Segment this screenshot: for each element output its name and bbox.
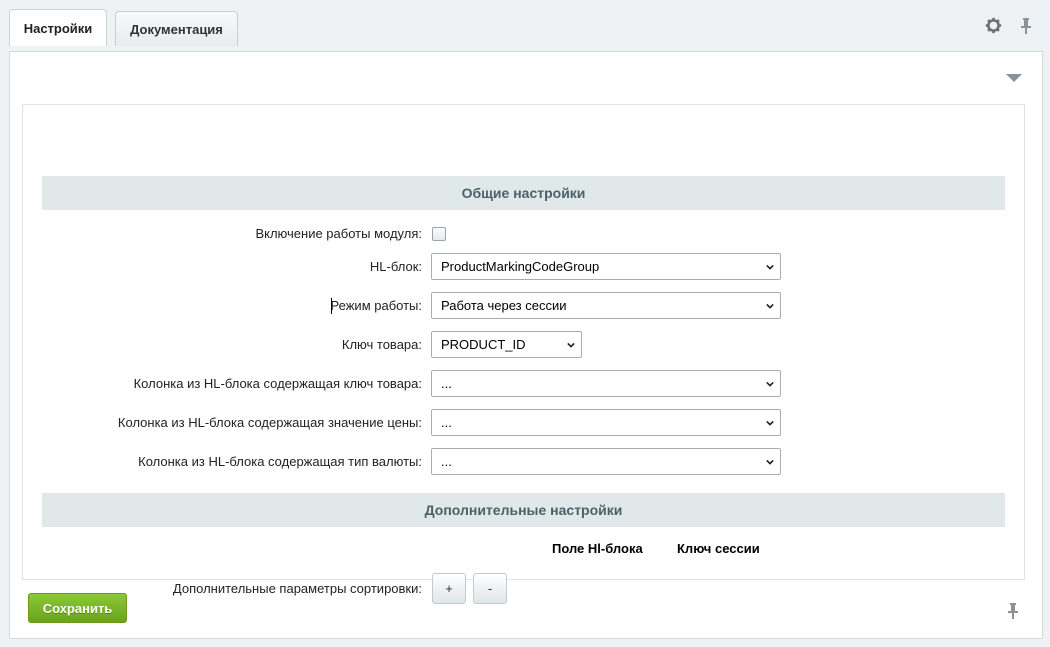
section-additional-title: Дополнительные настройки: [424, 502, 623, 518]
chevron-down-icon: [766, 420, 774, 426]
pin-icon[interactable]: [1019, 17, 1033, 35]
tab-documentation[interactable]: Документация: [115, 11, 238, 46]
chevron-down-icon: [766, 264, 774, 270]
pin-icon[interactable]: [1006, 602, 1020, 620]
chevron-down-icon: [567, 342, 575, 348]
add-sort-button[interactable]: +: [432, 573, 466, 604]
work-mode-value: Работа через сессии: [441, 298, 567, 313]
tab-settings[interactable]: Настройки: [9, 9, 107, 46]
key-column-select[interactable]: ...: [431, 370, 781, 397]
product-key-label: Ключ товара:: [341, 337, 422, 352]
price-column-label: Колонка из HL-блока содержащая значение …: [117, 415, 422, 430]
col-session-key-header: Ключ сессии: [677, 541, 760, 556]
module-enable-checkbox[interactable]: [432, 227, 446, 241]
chevron-down-icon: [766, 303, 774, 309]
currency-column-value: ...: [441, 454, 452, 469]
settings-form: Общие настройки Включение работы модуля:…: [22, 104, 1025, 604]
collapse-arrow-icon[interactable]: [1006, 74, 1022, 82]
key-column-value: ...: [441, 376, 452, 391]
chevron-down-icon: [766, 459, 774, 465]
work-mode-select[interactable]: Работа через сессии: [431, 292, 781, 319]
save-button[interactable]: Сохранить: [28, 593, 127, 623]
gear-icon[interactable]: [985, 17, 1002, 34]
currency-column-label: Колонка из HL-блока содержащая тип валют…: [138, 454, 422, 469]
price-column-value: ...: [441, 415, 452, 430]
settings-panel: Общие настройки Включение работы модуля:…: [9, 51, 1043, 639]
sorting-label: Дополнительные параметры сортировки:: [172, 581, 422, 596]
currency-column-select[interactable]: ...: [431, 448, 781, 475]
remove-sort-button[interactable]: -: [473, 573, 507, 604]
key-column-label: Колонка из HL-блока содержащая ключ това…: [133, 376, 422, 391]
section-additional-header: Дополнительные настройки: [42, 493, 1005, 527]
col-hl-field-header: Поле Hl-блока: [552, 541, 643, 556]
section-general-title: Общие настройки: [461, 185, 586, 201]
tab-bar: Настройки Документация: [0, 0, 1050, 52]
product-key-select[interactable]: PRODUCT_ID: [431, 331, 582, 358]
module-enable-label: Включение работы модуля:: [255, 226, 422, 241]
hl-block-label: HL-блок:: [369, 259, 422, 274]
price-column-select[interactable]: ...: [431, 409, 781, 436]
work-mode-label: Режим работы:: [330, 298, 422, 313]
hl-block-select[interactable]: ProductMarkingCodeGroup: [431, 253, 781, 280]
chevron-down-icon: [766, 381, 774, 387]
hl-block-value: ProductMarkingCodeGroup: [441, 259, 600, 274]
product-key-value: PRODUCT_ID: [441, 337, 526, 352]
section-general-header: Общие настройки: [42, 176, 1005, 210]
